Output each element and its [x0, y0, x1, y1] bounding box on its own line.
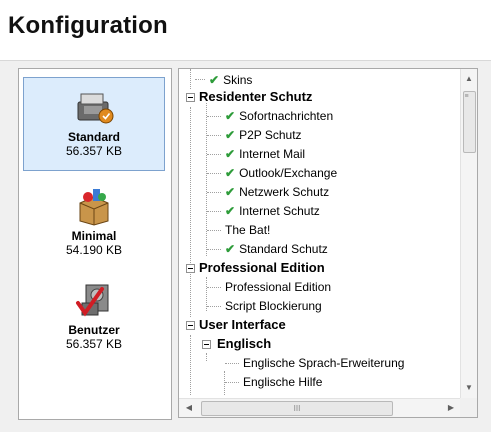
tree-item-label: Outlook/Exchange — [239, 166, 338, 180]
tree-line — [207, 249, 221, 250]
tree-item-label: Englische Hilfe — [243, 375, 323, 389]
tree-item-label: The Bat! — [225, 223, 271, 237]
tree-item-netzwerk-schutz[interactable]: ✔ Netzwerk Schutz — [225, 183, 329, 201]
scrollbar-corner — [460, 398, 477, 417]
check-icon: ✔ — [225, 242, 236, 256]
tree-line — [207, 211, 221, 212]
tree-line — [207, 287, 221, 288]
tree-group-label: Englisch — [217, 336, 272, 351]
collapse-icon[interactable] — [186, 321, 195, 330]
profile-size: 54.190 KB — [65, 243, 123, 257]
tree-item-label: Skins — [223, 73, 253, 87]
profile-name: Benutzer — [68, 323, 120, 337]
tree-item-label: Script Blockierung — [225, 299, 322, 313]
tree-line — [224, 371, 225, 395]
standard-profile-icon — [77, 93, 114, 124]
tree-item-label: Sofortnachrichten — [239, 109, 334, 123]
tree-item-label: Professional Edition — [225, 280, 332, 294]
profile-size: 56.357 KB — [65, 337, 123, 351]
scroll-left-icon[interactable]: ◀ — [181, 400, 197, 416]
scroll-right-icon[interactable]: ▶ — [443, 400, 459, 416]
profile-name: Standard — [67, 130, 120, 144]
tree-item-englische-sprach-erweiterung[interactable]: Englische Sprach-Erweiterung — [243, 354, 404, 372]
collapse-icon[interactable] — [186, 264, 195, 273]
horizontal-scrollbar[interactable]: ◀ III ▶ — [179, 398, 461, 417]
check-icon: ✔ — [225, 128, 236, 142]
check-icon: ✔ — [225, 109, 236, 123]
tree-item-sofortnachrichten[interactable]: ✔ Sofortnachrichten — [225, 107, 333, 125]
scroll-down-icon[interactable]: ▼ — [461, 380, 477, 396]
tree-line — [207, 230, 221, 231]
tree-group-user-interface[interactable]: User Interface — [199, 316, 286, 334]
tree-item-label: Englische Sprach-Erweiterung — [243, 356, 405, 370]
check-icon: ✔ — [225, 185, 236, 199]
tree-line — [206, 353, 207, 361]
vertical-scrollbar[interactable]: ▲ ≡ ▼ — [460, 69, 477, 398]
tree-item-outlook-exchange[interactable]: ✔ Outlook/Exchange — [225, 164, 337, 182]
tree-item-englische-hilfe[interactable]: Englische Hilfe — [243, 373, 322, 391]
tree-item-professional-edition[interactable]: Professional Edition — [225, 278, 331, 296]
tree-line — [207, 173, 221, 174]
tree-line — [195, 79, 205, 80]
minimal-profile-icon — [79, 189, 109, 226]
profile-standard[interactable]: Standard 56.357 KB — [23, 77, 165, 171]
tree-item-internet-mail[interactable]: ✔ Internet Mail — [225, 145, 305, 163]
collapse-icon[interactable] — [202, 340, 211, 349]
custom-profile-icon — [76, 284, 109, 317]
tree-line — [190, 107, 191, 317]
component-tree: ✔ Skins Residenter Schutz ✔ Sofortnachrich… — [179, 69, 461, 398]
check-icon: ✔ — [225, 166, 236, 180]
tree-group-professional-edition[interactable]: Professional Edition — [199, 259, 325, 277]
header-band: Konfiguration — [0, 0, 491, 61]
tree-item-the-bat[interactable]: The Bat! — [225, 221, 270, 239]
collapse-icon[interactable] — [186, 93, 195, 102]
tree-group-label: Professional Edition — [199, 260, 325, 275]
tree-line — [190, 335, 191, 395]
tree-item-p2p-schutz[interactable]: ✔ P2P Schutz — [225, 126, 302, 144]
check-icon: ✔ — [209, 73, 220, 87]
tree-group-label: User Interface — [199, 317, 286, 332]
profile-size: 56.357 KB — [65, 144, 123, 158]
tree-line — [207, 192, 221, 193]
tree-item-label: Internet Schutz — [239, 204, 320, 218]
tree-group-residenter-schutz[interactable]: Residenter Schutz — [199, 88, 312, 106]
check-icon: ✔ — [225, 147, 236, 161]
tree-line — [207, 116, 221, 117]
tree-line — [190, 69, 191, 89]
tree-line — [206, 103, 207, 256]
check-icon: ✔ — [225, 204, 236, 218]
tree-item-label: Standard Schutz — [239, 242, 328, 256]
page-title: Konfiguration — [8, 12, 168, 39]
tree-item-internet-schutz[interactable]: ✔ Internet Schutz — [225, 202, 320, 220]
tree-line — [207, 154, 221, 155]
scroll-up-icon[interactable]: ▲ — [461, 71, 477, 87]
tree-item-label: Netzwerk Schutz — [239, 185, 330, 199]
tree-item-standard-schutz[interactable]: ✔ Standard Schutz — [225, 240, 328, 258]
horizontal-scroll-thumb[interactable]: III — [201, 401, 393, 416]
profile-list: Standard 56.357 KB Minimal 54.190 KB Ben… — [18, 68, 172, 420]
tree-group-englisch[interactable]: Englisch — [217, 335, 271, 353]
tree-group-label: Residenter Schutz — [199, 89, 313, 104]
tree-item-label: P2P Schutz — [239, 128, 302, 142]
profile-benutzer[interactable]: Benutzer 56.357 KB — [23, 271, 165, 359]
grip-icon: ≡ — [464, 93, 469, 100]
vertical-scroll-thumb[interactable] — [463, 91, 476, 153]
grip-icon: III — [293, 404, 301, 413]
profile-minimal[interactable]: Minimal 54.190 KB — [23, 177, 165, 265]
component-tree-panel: ✔ Skins Residenter Schutz ✔ Sofortnachrich… — [178, 68, 478, 418]
tree-line — [225, 363, 239, 364]
tree-item-skins[interactable]: ✔ Skins — [209, 71, 252, 89]
profile-name: Minimal — [71, 229, 117, 243]
tree-item-script-blockierung[interactable]: Script Blockierung — [225, 297, 322, 315]
tree-line — [225, 382, 239, 383]
tree-line — [207, 135, 221, 136]
tree-item-label: Internet Mail — [239, 147, 306, 161]
tree-line — [207, 306, 221, 307]
